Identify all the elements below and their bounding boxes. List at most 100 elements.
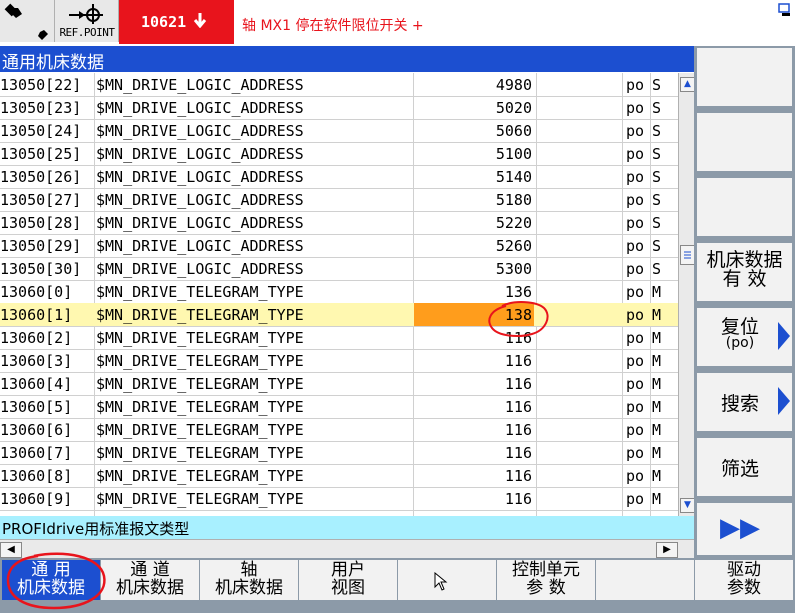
table-row[interactable]: 13050[27] $MN_DRIVE_LOGIC_ADDRESS 5180 po S [0, 188, 678, 212]
softkey-3[interactable] [697, 178, 792, 236]
table-row[interactable]: 13060[3] $MN_DRIVE_TELEGRAM_TYPE 116 po M [0, 349, 678, 373]
horizontal-softkey-8[interactable]: 驱动 参数 [695, 560, 793, 600]
table-row[interactable]: 13060[5] $MN_DRIVE_TELEGRAM_TYPE 116 po M [0, 395, 678, 419]
search-button[interactable]: 搜索 [697, 373, 792, 431]
parameter-name: $MN_DRIVE_LOGIC_ADDRESS [96, 214, 304, 232]
table-row[interactable]: 13060[4] $MN_DRIVE_TELEGRAM_TYPE 116 po M [0, 372, 678, 396]
more-softkeys-button[interactable]: ▶▶ [697, 503, 792, 555]
table-row[interactable]: 13060[9] $MN_DRIVE_TELEGRAM_TYPE 116 po M [0, 487, 678, 511]
window-icon [778, 3, 790, 16]
softkey-label: 视图 [331, 578, 365, 598]
parameter-effect: po [626, 237, 645, 255]
parameter-number: 13060[7] [0, 444, 73, 462]
horizontal-scrollbar[interactable]: ◀ ▶ [0, 539, 694, 559]
parameter-value[interactable]: 116 [414, 352, 532, 370]
softkey-2[interactable] [697, 113, 792, 171]
horizontal-softkey-3[interactable]: 轴机床数据 [200, 560, 298, 600]
table-row[interactable]: 13050[25] $MN_DRIVE_LOGIC_ADDRESS 5100 po S [0, 142, 678, 166]
softkey-label: 搜索 [720, 393, 759, 415]
table-row[interactable]: 13060[8] $MN_DRIVE_TELEGRAM_TYPE 116 po M [0, 464, 678, 488]
parameter-value[interactable]: 4980 [414, 76, 532, 94]
parameter-value[interactable]: 116 [414, 375, 532, 393]
parameter-number: 13060[4] [0, 375, 73, 393]
parameter-value[interactable]: 116 [414, 421, 532, 439]
parameter-value[interactable]: 5100 [414, 145, 532, 163]
parameter-value[interactable]: 5220 [414, 214, 532, 232]
parameter-value[interactable]: 5140 [414, 168, 532, 186]
horizontal-softkey-6[interactable]: 控制单元参 数 [497, 560, 595, 600]
parameter-effect: po [626, 490, 645, 508]
horizontal-softkey-2[interactable]: 通 道机床数据 [101, 560, 199, 600]
softkey-label: 通 道 [130, 560, 170, 580]
parameter-number: 13060[2] [0, 329, 73, 347]
chevron-left-icon[interactable]: ◀ [0, 542, 22, 558]
horizontal-softkey-bar: 通 用机床数据通 道机床数据轴机床数据 用户 视图 控制单元参 数驱动 参数 [0, 558, 795, 613]
parameter-class: S [652, 76, 662, 94]
parameter-class: S [652, 122, 662, 140]
machine-data-table: 13050[22] $MN_DRIVE_LOGIC_ADDRESS 4980 po S 1… [0, 73, 678, 516]
table-row[interactable]: 13060[2] $MN_DRIVE_TELEGRAM_TYPE 116 po M [0, 326, 678, 350]
parameter-number: 13060[0] [0, 283, 73, 301]
softkey-1[interactable] [697, 48, 792, 106]
softkey-label: 机床数据 [17, 578, 85, 598]
parameter-class: M [652, 490, 662, 508]
table-row[interactable]: 13050[30] $MN_DRIVE_LOGIC_ADDRESS 5300 po S [0, 257, 678, 281]
parameter-value[interactable]: 5300 [414, 260, 532, 278]
parameter-value[interactable]: 5260 [414, 237, 532, 255]
chevron-down-icon[interactable]: ▼ [680, 498, 695, 513]
alarm-number[interactable]: 10621 [119, 0, 234, 44]
table-row[interactable]: 13060[0] $MN_DRIVE_TELEGRAM_TYPE 136 po M [0, 280, 678, 304]
vertical-scrollbar[interactable]: ▲ ▼ [678, 73, 695, 516]
parameter-effect: po [626, 122, 645, 140]
horizontal-softkey-7[interactable] [596, 560, 694, 600]
table-row[interactable]: 13050[28] $MN_DRIVE_LOGIC_ADDRESS 5220 po S [0, 211, 678, 235]
table-row[interactable]: 13050[22] $MN_DRIVE_LOGIC_ADDRESS 4980 po S [0, 73, 678, 97]
reset-po-button[interactable]: 复位 (po) [697, 308, 792, 366]
parameter-name: $MN_DRIVE_TELEGRAM_TYPE [96, 467, 304, 485]
parameter-class: M [652, 329, 662, 347]
parameter-value[interactable]: 116 [414, 398, 532, 416]
parameter-name: $MN_DRIVE_LOGIC_ADDRESS [96, 237, 304, 255]
table-row[interactable]: 13050[29] $MN_DRIVE_LOGIC_ADDRESS 5260 po S [0, 234, 678, 258]
table-row[interactable]: 13060[6] $MN_DRIVE_TELEGRAM_TYPE 116 po M [0, 418, 678, 442]
parameter-effect: po [626, 168, 645, 186]
parameter-effect: po [626, 214, 645, 232]
parameter-effect: po [626, 444, 645, 462]
table-row[interactable]: 13060[7] $MN_DRIVE_TELEGRAM_TYPE 116 po M [0, 441, 678, 465]
chevron-right-icon[interactable]: ▶ [656, 542, 678, 558]
parameter-number: 13050[22] [0, 76, 82, 94]
horizontal-softkey-1[interactable]: 通 用机床数据 [2, 560, 100, 600]
filter-button[interactable]: 筛选 [697, 438, 792, 496]
table-row[interactable]: 13060[1] $MN_DRIVE_TELEGRAM_TYPE 138 po M [0, 303, 678, 327]
chevron-up-icon[interactable]: ▲ [680, 77, 695, 92]
parameter-value[interactable]: 116 [414, 329, 532, 347]
table-row[interactable]: 13050[23] $MN_DRIVE_LOGIC_ADDRESS 5020 po S [0, 96, 678, 120]
parameter-value[interactable]: 116 [414, 467, 532, 485]
parameter-value[interactable]: 116 [414, 490, 532, 508]
scrollbar-thumb[interactable] [680, 245, 695, 265]
parameter-effect: po [626, 329, 645, 347]
parameter-name: $MN_DRIVE_LOGIC_ADDRESS [96, 99, 304, 117]
table-row[interactable]: 13050[24] $MN_DRIVE_LOGIC_ADDRESS 5060 po S [0, 119, 678, 143]
softkey-label: 机床数据 [116, 578, 184, 598]
parameter-value[interactable]: 5020 [414, 99, 532, 117]
horizontal-softkey-4[interactable]: 用户 视图 [299, 560, 397, 600]
parameter-effect: po [626, 283, 645, 301]
parameter-number: 13050[24] [0, 122, 82, 140]
parameter-value[interactable]: 138 [414, 306, 532, 324]
parameter-class: S [652, 237, 662, 255]
table-row[interactable]: 13050[26] $MN_DRIVE_LOGIC_ADDRESS 5140 po S [0, 165, 678, 189]
parameter-name: $MN_DRIVE_LOGIC_ADDRESS [96, 260, 304, 278]
machine-data-active-button[interactable]: 机床数据 有 效 [697, 243, 792, 301]
alarm-number-text: 10621 [141, 13, 187, 31]
page-title: 通用机床数据 [2, 53, 104, 73]
parameter-name: $MN_DRIVE_TELEGRAM_TYPE [96, 352, 304, 370]
parameter-value[interactable]: 116 [414, 444, 532, 462]
parameter-value[interactable]: 5180 [414, 191, 532, 209]
parameter-value[interactable]: 5060 [414, 122, 532, 140]
wrench-button[interactable] [0, 0, 55, 42]
parameter-value[interactable]: 136 [414, 283, 532, 301]
parameter-class: M [652, 421, 662, 439]
parameter-number: 13060[1] [0, 306, 73, 324]
parameter-number: 13050[26] [0, 168, 82, 186]
